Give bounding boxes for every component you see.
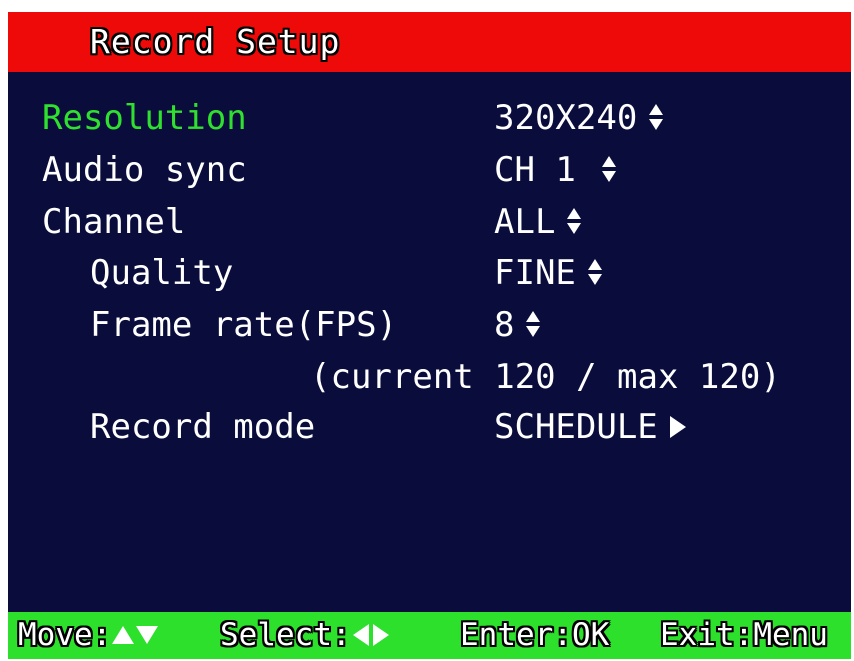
- channel-label: Channel: [42, 202, 186, 242]
- move-hint: Move:: [18, 612, 159, 659]
- frame-rate-label: Frame rate(FPS): [90, 305, 398, 345]
- setting-row-resolution[interactable]: Resolution 320X240: [8, 98, 851, 138]
- left-triangle-icon: [352, 623, 369, 646]
- up-down-arrows-icon[interactable]: [601, 155, 616, 182]
- record-setup-screen: Record Setup Resolution 320X240 Audio sy…: [8, 12, 851, 659]
- enter-hint: Enter:OK: [460, 617, 610, 653]
- quality-label: Quality: [90, 253, 234, 293]
- resolution-value[interactable]: 320X240: [494, 98, 664, 138]
- record-mode-label: Record mode: [90, 407, 316, 447]
- setting-row-record-mode[interactable]: Record mode SCHEDULE: [8, 407, 851, 447]
- right-arrow-icon[interactable]: [669, 415, 686, 438]
- exit-hint: Exit:Menu: [660, 617, 828, 653]
- quality-value[interactable]: FINE: [494, 253, 602, 293]
- fps-info-text: (current 120 / max 120): [310, 357, 781, 397]
- resolution-label: Resolution: [42, 98, 247, 138]
- title-bar: Record Setup: [8, 12, 851, 72]
- setting-row-channel[interactable]: Channel ALL: [8, 202, 851, 242]
- up-down-arrows-icon[interactable]: [526, 310, 541, 337]
- page-title: Record Setup: [90, 22, 341, 61]
- select-hint: Select:: [220, 612, 391, 659]
- record-mode-value[interactable]: SCHEDULE: [494, 407, 686, 447]
- audio-sync-value[interactable]: CH 1: [494, 150, 616, 190]
- setting-row-quality[interactable]: Quality FINE: [8, 253, 851, 293]
- help-bar: Move: Select: Enter:OK Exit:Menu: [8, 612, 851, 659]
- setting-row-audio-sync[interactable]: Audio sync CH 1: [8, 150, 851, 190]
- down-triangle-icon: [136, 625, 159, 644]
- up-triangle-icon: [112, 625, 135, 644]
- up-down-arrows-icon[interactable]: [649, 103, 664, 130]
- up-down-arrows-icon[interactable]: [587, 258, 602, 285]
- frame-rate-value[interactable]: 8: [494, 305, 541, 345]
- audio-sync-label: Audio sync: [42, 150, 247, 190]
- channel-value[interactable]: ALL: [494, 202, 582, 242]
- right-triangle-icon: [372, 623, 389, 646]
- up-down-arrows-icon[interactable]: [567, 207, 582, 234]
- setting-row-frame-rate[interactable]: Frame rate(FPS) 8: [8, 305, 851, 345]
